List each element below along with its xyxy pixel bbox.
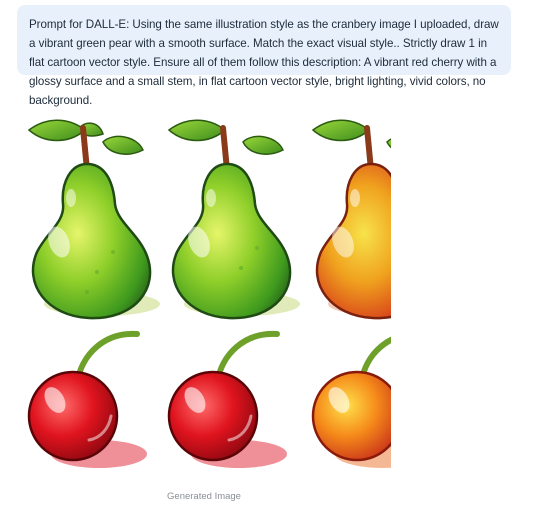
- pear-tile-2: [167, 119, 300, 320]
- image-caption: Generated Image: [167, 491, 241, 502]
- chat-page: Prompt for DALL-E: Using the same illust…: [0, 0, 544, 510]
- prompt-text: Prompt for DALL-E: Using the same illust…: [29, 18, 499, 107]
- cherry-tile-2: [167, 330, 287, 468]
- generated-image[interactable]: [17, 112, 391, 474]
- pear-tile-3: [311, 119, 391, 320]
- prompt-message-bubble: Prompt for DALL-E: Using the same illust…: [17, 5, 511, 107]
- pear-tile-1: [27, 119, 160, 320]
- cherry-tile-3: [311, 336, 391, 468]
- generated-image-canvas: [27, 119, 391, 468]
- cherry-tile-1: [27, 330, 147, 468]
